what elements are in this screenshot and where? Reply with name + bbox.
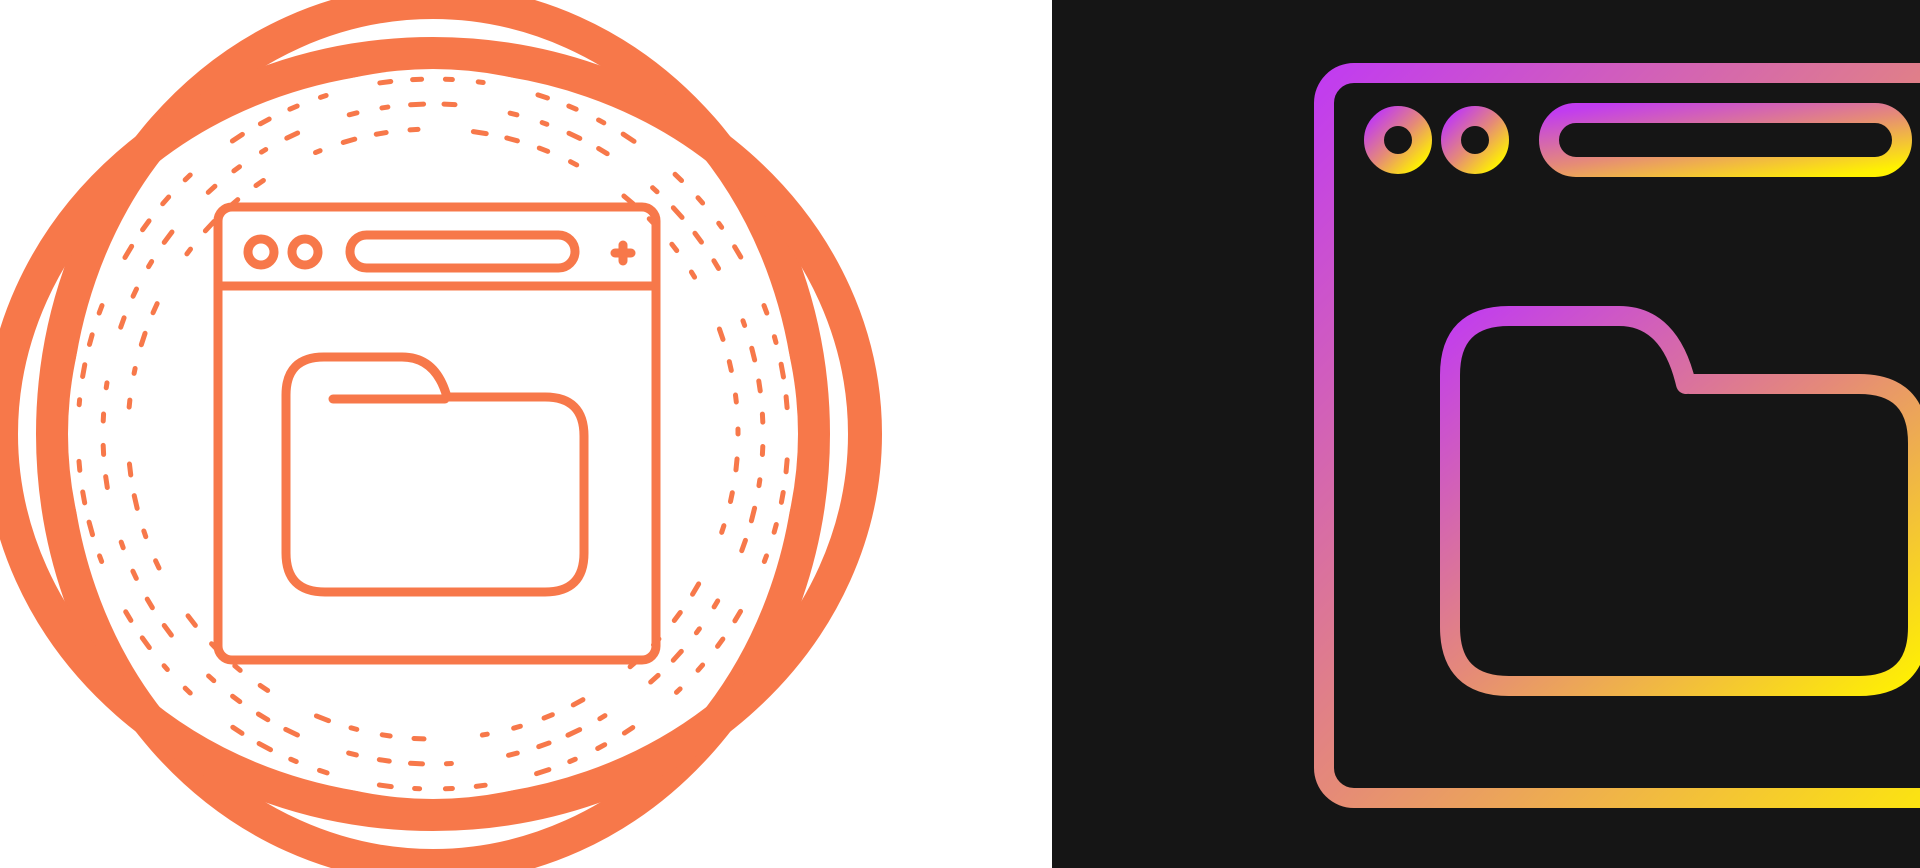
window-dot-2 bbox=[1441, 106, 1509, 174]
texture-dot bbox=[411, 735, 427, 742]
light-icon-panel bbox=[0, 0, 1052, 868]
texture-dot bbox=[759, 444, 766, 457]
texture-dot bbox=[759, 411, 766, 425]
dark-icon-panel bbox=[1052, 0, 1920, 868]
texture-dot bbox=[410, 76, 425, 83]
texture-dot bbox=[100, 411, 107, 424]
texture-dot bbox=[408, 101, 427, 108]
folder-body bbox=[1440, 306, 1920, 696]
texture-dot bbox=[442, 785, 455, 792]
icon-showcase bbox=[0, 0, 1920, 868]
texture-dot bbox=[412, 785, 423, 792]
browser-folder-gradient-icon bbox=[1314, 63, 1920, 808]
badge-center bbox=[68, 69, 798, 799]
texture-dot bbox=[735, 426, 741, 437]
texture-dot bbox=[441, 101, 458, 108]
texture-dot bbox=[443, 760, 454, 767]
texture-dot bbox=[442, 76, 455, 83]
texture-dot bbox=[100, 442, 107, 457]
browser-folder-badge-icon bbox=[0, 0, 882, 868]
texture-dot bbox=[407, 126, 421, 133]
folder-icon bbox=[1440, 306, 1920, 696]
window-dot-1 bbox=[1364, 106, 1432, 174]
address-bar bbox=[1539, 103, 1912, 177]
texture-dot bbox=[408, 760, 425, 767]
